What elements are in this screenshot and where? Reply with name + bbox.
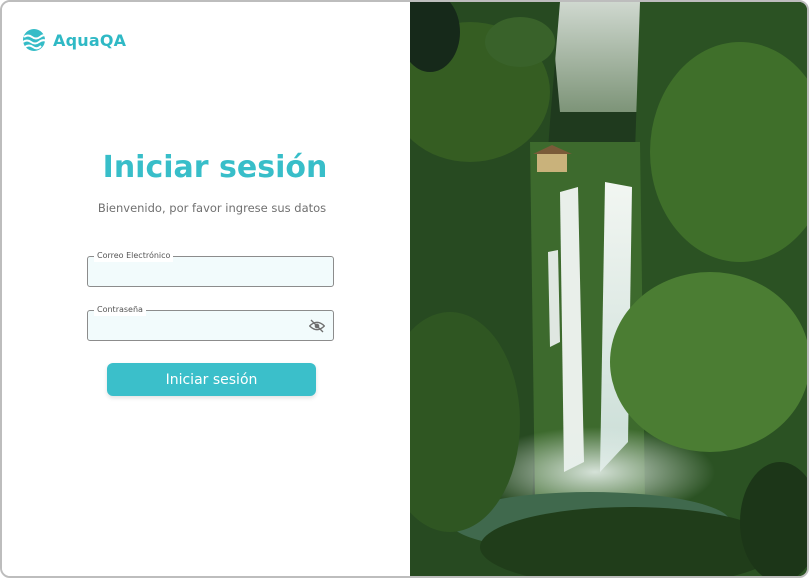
login-button[interactable]: Iniciar sesión — [107, 363, 316, 396]
password-field[interactable]: Contraseña — [87, 304, 334, 341]
page-title: Iniciar sesión — [102, 150, 328, 185]
waterfall-photo — [410, 2, 807, 576]
password-input[interactable] — [88, 311, 333, 340]
brand: AquaQA — [22, 28, 126, 52]
eye-off-icon[interactable] — [309, 319, 325, 333]
email-field[interactable]: Correo Electrónico — [87, 250, 334, 287]
brand-name: AquaQA — [53, 30, 127, 50]
email-input[interactable] — [88, 257, 333, 286]
login-window: AquaQA Iniciar sesión Bienvenido, por fa… — [0, 0, 809, 578]
page-subtitle: Bienvenido, por favor ingrese sus datos — [97, 201, 327, 215]
login-panel: AquaQA Iniciar sesión Bienvenido, por fa… — [2, 2, 410, 576]
wave-icon — [22, 29, 46, 51]
waterfall-image — [410, 2, 807, 576]
